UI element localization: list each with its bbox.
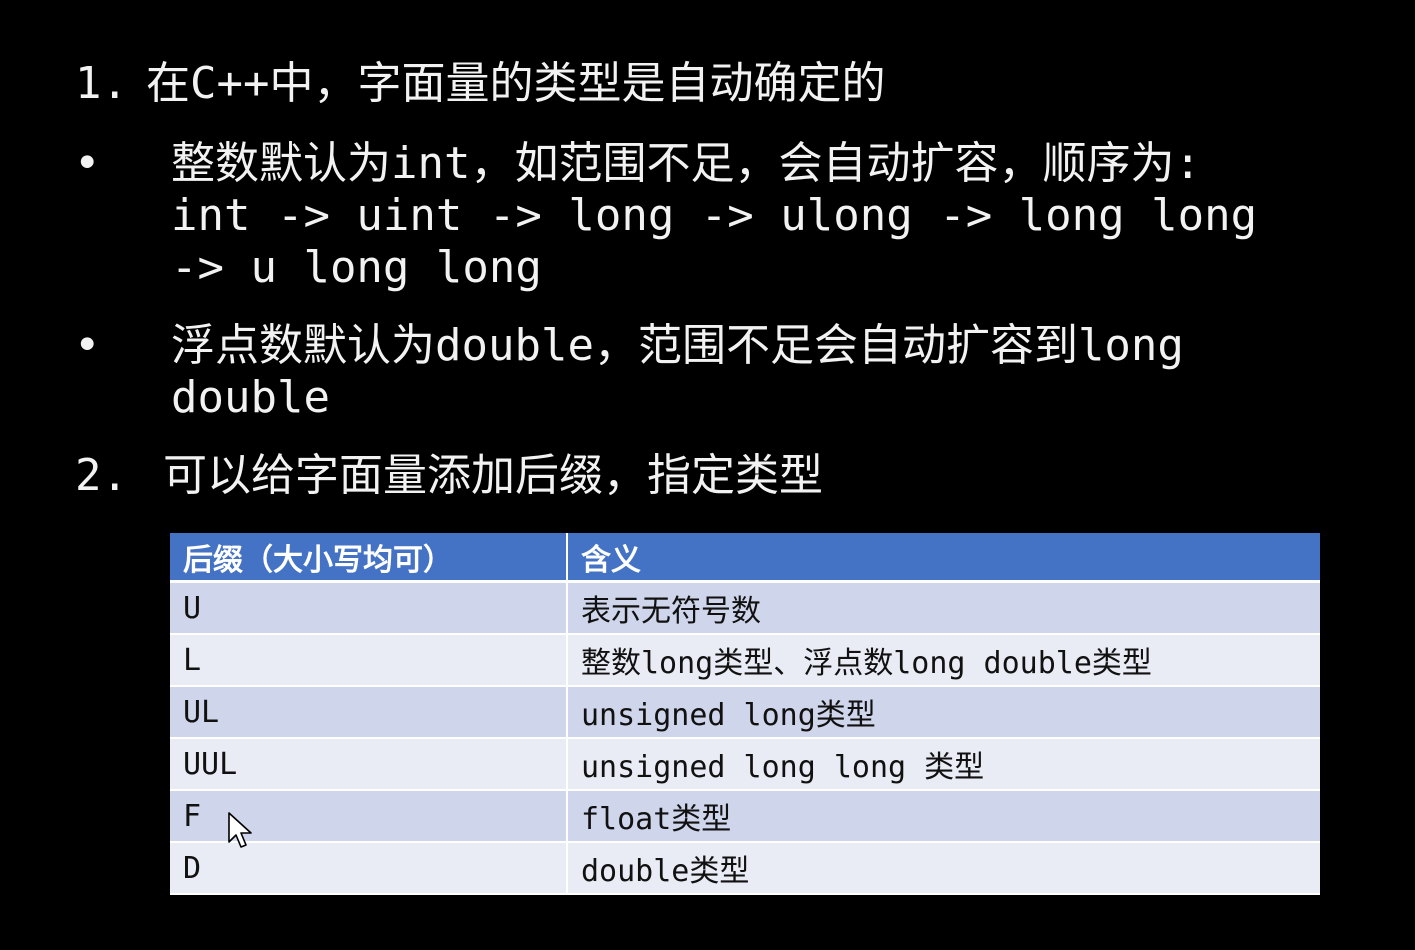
item-1-number: 1.: [75, 58, 128, 109]
table-row: F float类型: [170, 790, 1320, 843]
bullet-2-line-1: 浮点数默认为double，范围不足会自动扩容到long: [171, 320, 1184, 371]
table-header-row: 后缀（大小写均可） 含义: [170, 533, 1320, 583]
mouse-pointer-icon: [228, 812, 252, 848]
suffix-table: 后缀（大小写均可） 含义 U 表示无符号数 L 整数long类型、浮点数long…: [170, 533, 1320, 895]
table-cell-meaning: double类型: [567, 842, 1320, 895]
table-cell-meaning: 整数long类型、浮点数long double类型: [567, 634, 1320, 687]
table-cell-suffix: L: [170, 634, 568, 687]
table-cell-suffix: UUL: [170, 738, 568, 791]
bullet-1-line-3: -> u long long: [171, 242, 542, 293]
bullet-1-line-1: 整数默认为int，如范围不足，会自动扩容，顺序为:: [171, 138, 1201, 189]
item-2-text: 可以给字面量添加后缀，指定类型: [163, 450, 823, 501]
table-cell-meaning: unsigned long类型: [567, 686, 1320, 739]
item-2-number: 2.: [75, 450, 128, 501]
slide: 1. 在C++中，字面量的类型是自动确定的 • 整数默认为int，如范围不足，会…: [0, 0, 1415, 950]
table-cell-meaning: float类型: [567, 790, 1320, 843]
bullet-1-marker: •: [74, 138, 101, 189]
table-row: U 表示无符号数: [170, 581, 1320, 635]
table-row: UUL unsigned long long 类型: [170, 738, 1320, 791]
table-cell-suffix: UL: [170, 686, 568, 739]
bullet-1-line-2: int -> uint -> long -> ulong -> long lon…: [171, 190, 1258, 241]
table-cell-meaning: unsigned long long 类型: [567, 738, 1320, 791]
item-1-text: 在C++中，字面量的类型是自动确定的: [146, 58, 886, 109]
table-header-meaning: 含义: [567, 533, 1320, 583]
table-row: L 整数long类型、浮点数long double类型: [170, 634, 1320, 687]
table-cell-meaning: 表示无符号数: [567, 581, 1320, 635]
table-header-suffix: 后缀（大小写均可）: [170, 533, 568, 583]
bullet-2-line-2: double: [171, 372, 330, 423]
table-row: D double类型: [170, 842, 1320, 895]
table-cell-suffix: U: [170, 581, 568, 635]
table-row: UL unsigned long类型: [170, 686, 1320, 739]
bullet-2-marker: •: [74, 320, 101, 371]
